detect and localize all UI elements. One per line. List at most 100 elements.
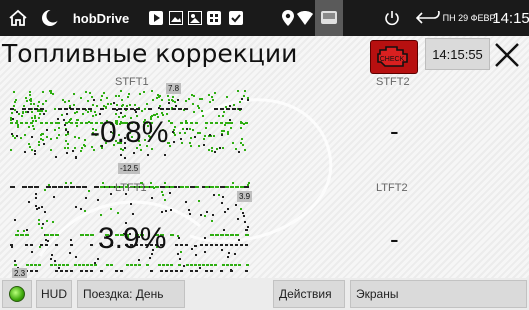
graph-trace — [178, 108, 182, 110]
graph-point — [29, 94, 31, 96]
graph-point — [29, 91, 31, 93]
check-engine-button[interactable]: CHECK — [370, 40, 418, 74]
actions-button[interactable]: Действия — [273, 280, 345, 308]
graph-point — [75, 206, 77, 208]
graph-point — [42, 91, 44, 93]
stft2-label: STFT2 — [376, 76, 410, 88]
graph-point — [80, 97, 82, 99]
graph-trace — [225, 186, 229, 188]
graph-point — [50, 90, 52, 92]
graph-point — [33, 103, 35, 105]
graph-point — [24, 151, 26, 153]
graph-point — [43, 143, 45, 145]
graph-trace — [45, 244, 48, 246]
graph-trace — [55, 122, 58, 124]
graph-trace — [34, 264, 37, 266]
graph-trace — [58, 264, 61, 266]
graph-trace — [46, 186, 51, 188]
graph-point — [244, 90, 246, 92]
graph-trace — [34, 108, 38, 110]
graph-trace — [76, 108, 80, 110]
graph-point — [84, 139, 86, 141]
graph-point — [120, 112, 122, 114]
graph-trace — [235, 244, 238, 246]
graph-point — [208, 94, 210, 96]
graph-point — [11, 246, 13, 248]
graph-point — [151, 90, 153, 92]
screenshot-notification-icon[interactable] — [315, 0, 343, 36]
graph-trace — [220, 234, 224, 236]
graph-trace — [220, 122, 223, 124]
graph-point — [13, 105, 15, 107]
graph-point — [113, 102, 115, 104]
graph-trace — [166, 264, 169, 266]
graph-point — [105, 106, 107, 108]
graph-point — [127, 96, 129, 98]
graph-trace — [210, 234, 214, 236]
moon-icon[interactable] — [38, 0, 62, 36]
graph-point — [28, 126, 30, 128]
graph-point — [180, 251, 182, 253]
graph-point — [50, 149, 52, 151]
graph-point — [64, 147, 66, 149]
graph-point — [165, 210, 167, 212]
graph-trace — [226, 108, 230, 110]
graph-trace — [155, 186, 159, 188]
graph-point — [246, 229, 248, 231]
graph-trace — [70, 270, 73, 272]
graph-point — [10, 117, 12, 119]
hud-button[interactable]: HUD — [36, 280, 72, 308]
graph-trace — [245, 234, 249, 236]
graph-point — [141, 110, 143, 112]
graph-point — [45, 100, 47, 102]
screens-button[interactable]: Экраны — [350, 280, 527, 308]
connection-status-button[interactable] — [2, 280, 32, 308]
stft1-value: -0.8% — [90, 116, 169, 149]
graph-point — [211, 150, 213, 152]
graph-point — [51, 254, 53, 256]
trip-button[interactable]: Поездка: День — [77, 280, 185, 308]
back-icon[interactable] — [414, 0, 442, 36]
graph-trace — [190, 270, 193, 272]
graph-trace — [215, 234, 219, 236]
app-grid-icon — [206, 0, 222, 36]
graph-point — [227, 208, 229, 210]
graph-trace — [222, 264, 225, 266]
graph-point — [44, 211, 46, 213]
graph-trace — [232, 108, 236, 110]
graph-point — [54, 108, 56, 110]
graph-point — [188, 209, 190, 211]
graph-point — [191, 94, 193, 96]
graph-point — [58, 127, 60, 129]
graph-trace — [52, 186, 57, 188]
graph-point — [197, 105, 199, 107]
graph-point — [200, 214, 202, 216]
graph-point — [110, 208, 112, 210]
graph-point — [69, 252, 71, 254]
graph-point — [161, 99, 163, 101]
graph-point — [232, 182, 234, 184]
graph-point — [97, 199, 99, 201]
graph-trace — [120, 270, 123, 272]
graph-point — [244, 221, 246, 223]
graph-point — [224, 124, 226, 126]
stft1-label: STFT1 — [115, 76, 149, 88]
graph-point — [11, 112, 13, 114]
graph-point — [182, 128, 184, 130]
graph-trace — [245, 244, 248, 246]
graph-point — [62, 99, 64, 101]
close-button[interactable] — [492, 40, 524, 72]
power-icon[interactable] — [382, 0, 402, 36]
graph-point — [218, 115, 220, 117]
graph-trace — [205, 244, 208, 246]
graph-trace — [118, 108, 122, 110]
graph-trace — [200, 244, 203, 246]
graph-point — [67, 147, 69, 149]
home-icon[interactable] — [6, 0, 30, 36]
graph-point — [194, 245, 196, 247]
graph-point — [174, 134, 176, 136]
graph-point — [87, 111, 89, 113]
graph-point — [85, 91, 87, 93]
play-icon — [148, 0, 164, 36]
graph-point — [153, 187, 155, 189]
